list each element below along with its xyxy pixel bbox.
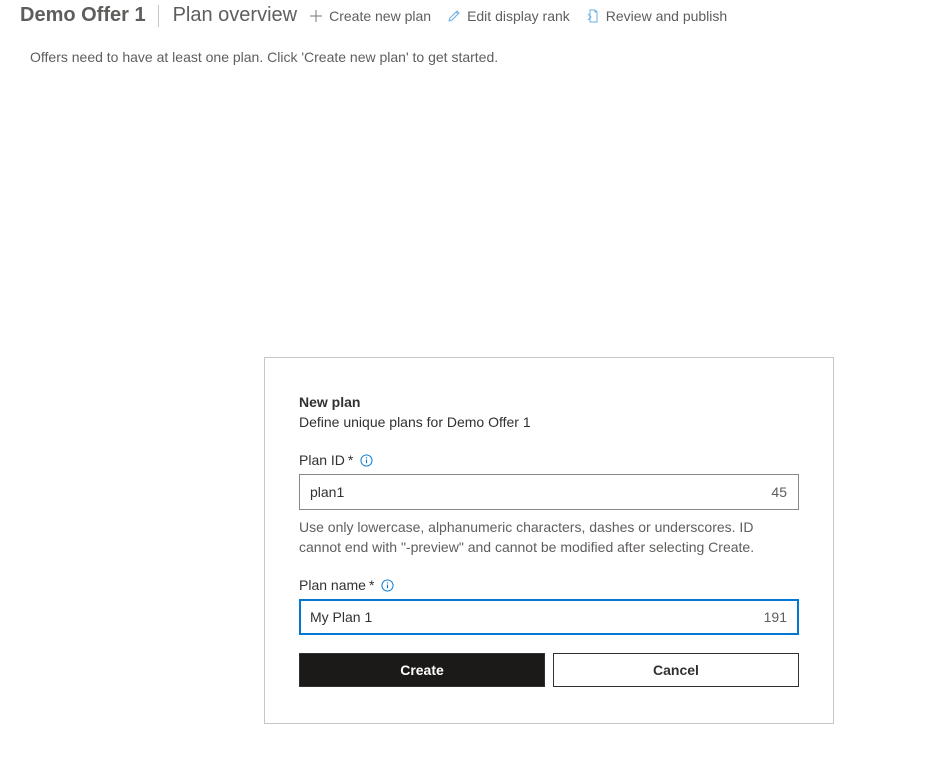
vertical-divider xyxy=(158,5,159,27)
plan-name-label: Plan name * xyxy=(299,577,799,593)
create-new-plan-label: Create new plan xyxy=(329,8,431,24)
required-asterisk: * xyxy=(348,452,353,468)
plan-id-label-text: Plan ID xyxy=(299,452,345,468)
plan-id-input-wrap: 45 xyxy=(299,474,799,510)
plan-name-input[interactable] xyxy=(299,599,799,635)
plan-name-input-wrap: 191 xyxy=(299,599,799,635)
publish-icon xyxy=(586,9,600,23)
plan-id-help-text: Use only lowercase, alphanumeric charact… xyxy=(299,518,799,557)
edit-display-rank-button[interactable]: Edit display rank xyxy=(447,8,570,24)
plan-name-label-text: Plan name xyxy=(299,577,366,593)
plan-id-label: Plan ID * xyxy=(299,452,799,468)
pencil-icon xyxy=(447,9,461,23)
modal-subtitle: Define unique plans for Demo Offer 1 xyxy=(299,414,799,430)
info-icon[interactable] xyxy=(359,453,373,467)
empty-state-message: Offers need to have at least one plan. C… xyxy=(0,35,946,79)
offer-title: Demo Offer 1 xyxy=(20,4,158,27)
page-header: Demo Offer 1 Plan overview Create new pl… xyxy=(0,0,946,35)
plan-id-char-count: 45 xyxy=(771,484,787,500)
plan-id-input[interactable] xyxy=(299,474,799,510)
cancel-button[interactable]: Cancel xyxy=(553,653,799,687)
create-button[interactable]: Create xyxy=(299,653,545,687)
toolbar: Create new plan Edit display rank Review… xyxy=(309,8,727,24)
page-title: Plan overview xyxy=(161,4,306,27)
modal-title: New plan xyxy=(299,394,799,410)
required-asterisk: * xyxy=(369,577,374,593)
info-icon[interactable] xyxy=(380,578,394,592)
edit-display-rank-label: Edit display rank xyxy=(467,8,570,24)
review-and-publish-button[interactable]: Review and publish xyxy=(586,8,727,24)
modal-button-row: Create Cancel xyxy=(299,653,799,687)
new-plan-modal: New plan Define unique plans for Demo Of… xyxy=(264,357,834,724)
create-new-plan-button[interactable]: Create new plan xyxy=(309,8,431,24)
plan-name-char-count: 191 xyxy=(764,609,787,625)
review-and-publish-label: Review and publish xyxy=(606,8,727,24)
plus-icon xyxy=(309,9,323,23)
